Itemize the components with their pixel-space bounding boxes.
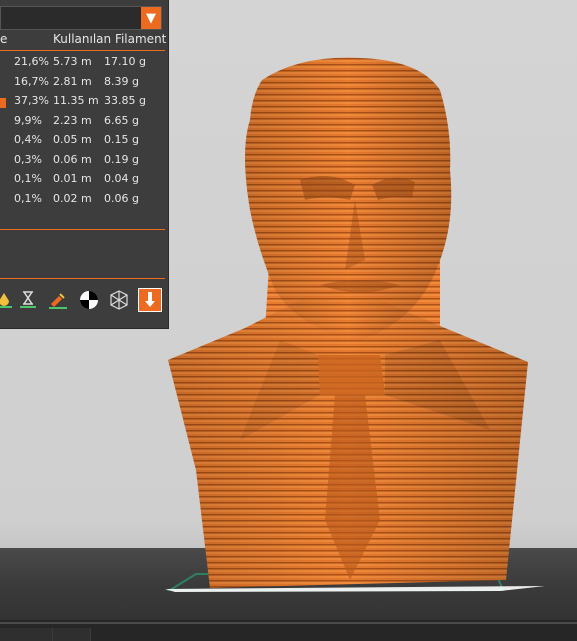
length-cell: 0.06 m [53, 152, 92, 166]
filament-row: 21,6% 5.73 m 17.10 g [0, 55, 168, 73]
half-circle-icon[interactable] [77, 288, 101, 312]
percentage-cell: 0,1% [14, 172, 42, 185]
filament-row: 16,7% 2.81 m 8.39 g [0, 75, 168, 93]
download-arrow-icon[interactable] [138, 288, 162, 312]
paint-brush-icon[interactable] [46, 288, 70, 312]
length-cell: 0.02 m [53, 191, 92, 205]
color-drop-icon[interactable] [0, 288, 16, 312]
length-cell: 0.01 m [53, 172, 92, 185]
table-divider [0, 229, 165, 230]
weight-cell: 6.65 g [104, 113, 139, 127]
column-header-filament: Kullanılan Filament [53, 32, 167, 46]
length-cell: 2.23 m [53, 113, 92, 127]
length-cell: 2.81 m [53, 74, 92, 88]
filament-row: 0,3% 0.06 m 0.19 g [0, 153, 168, 171]
header-divider [0, 50, 165, 51]
filament-row: 0,4% 0.05 m 0.15 g [0, 133, 168, 151]
weight-cell: 8.39 g [104, 74, 139, 88]
percentage-cell: 21,6% [14, 55, 49, 68]
weight-cell: 0.15 g [104, 133, 139, 146]
percentage-cell: 16,7% [14, 74, 49, 88]
hourglass-icon[interactable] [16, 288, 40, 312]
weight-cell: 0.04 g [104, 172, 139, 185]
length-cell: 0.05 m [53, 133, 92, 146]
length-cell: 5.73 m [53, 55, 92, 68]
color-swatch [0, 98, 6, 108]
dropdown-arrow-button[interactable]: ▼ [141, 7, 161, 29]
percentage-cell: 0,3% [14, 152, 42, 166]
view-toolbar [0, 288, 168, 316]
cube-outline-icon[interactable] [107, 288, 131, 312]
filament-row: 0,1% 0.02 m 0.06 g [0, 192, 168, 210]
percentage-cell: 0,4% [14, 133, 42, 146]
toolbar-divider [0, 278, 165, 279]
filament-row: 9,9% 2.23 m 6.65 g [0, 114, 168, 132]
view-type-dropdown[interactable]: ▼ [0, 6, 162, 30]
weight-cell: 0.06 g [104, 191, 139, 205]
percentage-cell: 0,1% [14, 191, 42, 205]
weight-cell: 17.10 g [104, 55, 146, 68]
chevron-down-icon: ▼ [146, 10, 156, 26]
length-cell: 11.35 m [53, 94, 99, 107]
percentage-cell: 9,9% [14, 113, 42, 127]
weight-cell: 33.85 g [104, 94, 146, 107]
percentage-cell: 37,3% [14, 94, 49, 107]
slice-info-panel: ▼ e Kullanılan Filament 21,6% 5.73 m 17.10… [0, 0, 169, 329]
weight-cell: 0.19 g [104, 152, 139, 166]
filament-row: 0,1% 0.01 m 0.04 g [0, 172, 168, 190]
column-header-left: e [0, 32, 8, 46]
filament-row: 37,3% 11.35 m 33.85 g [0, 94, 168, 112]
